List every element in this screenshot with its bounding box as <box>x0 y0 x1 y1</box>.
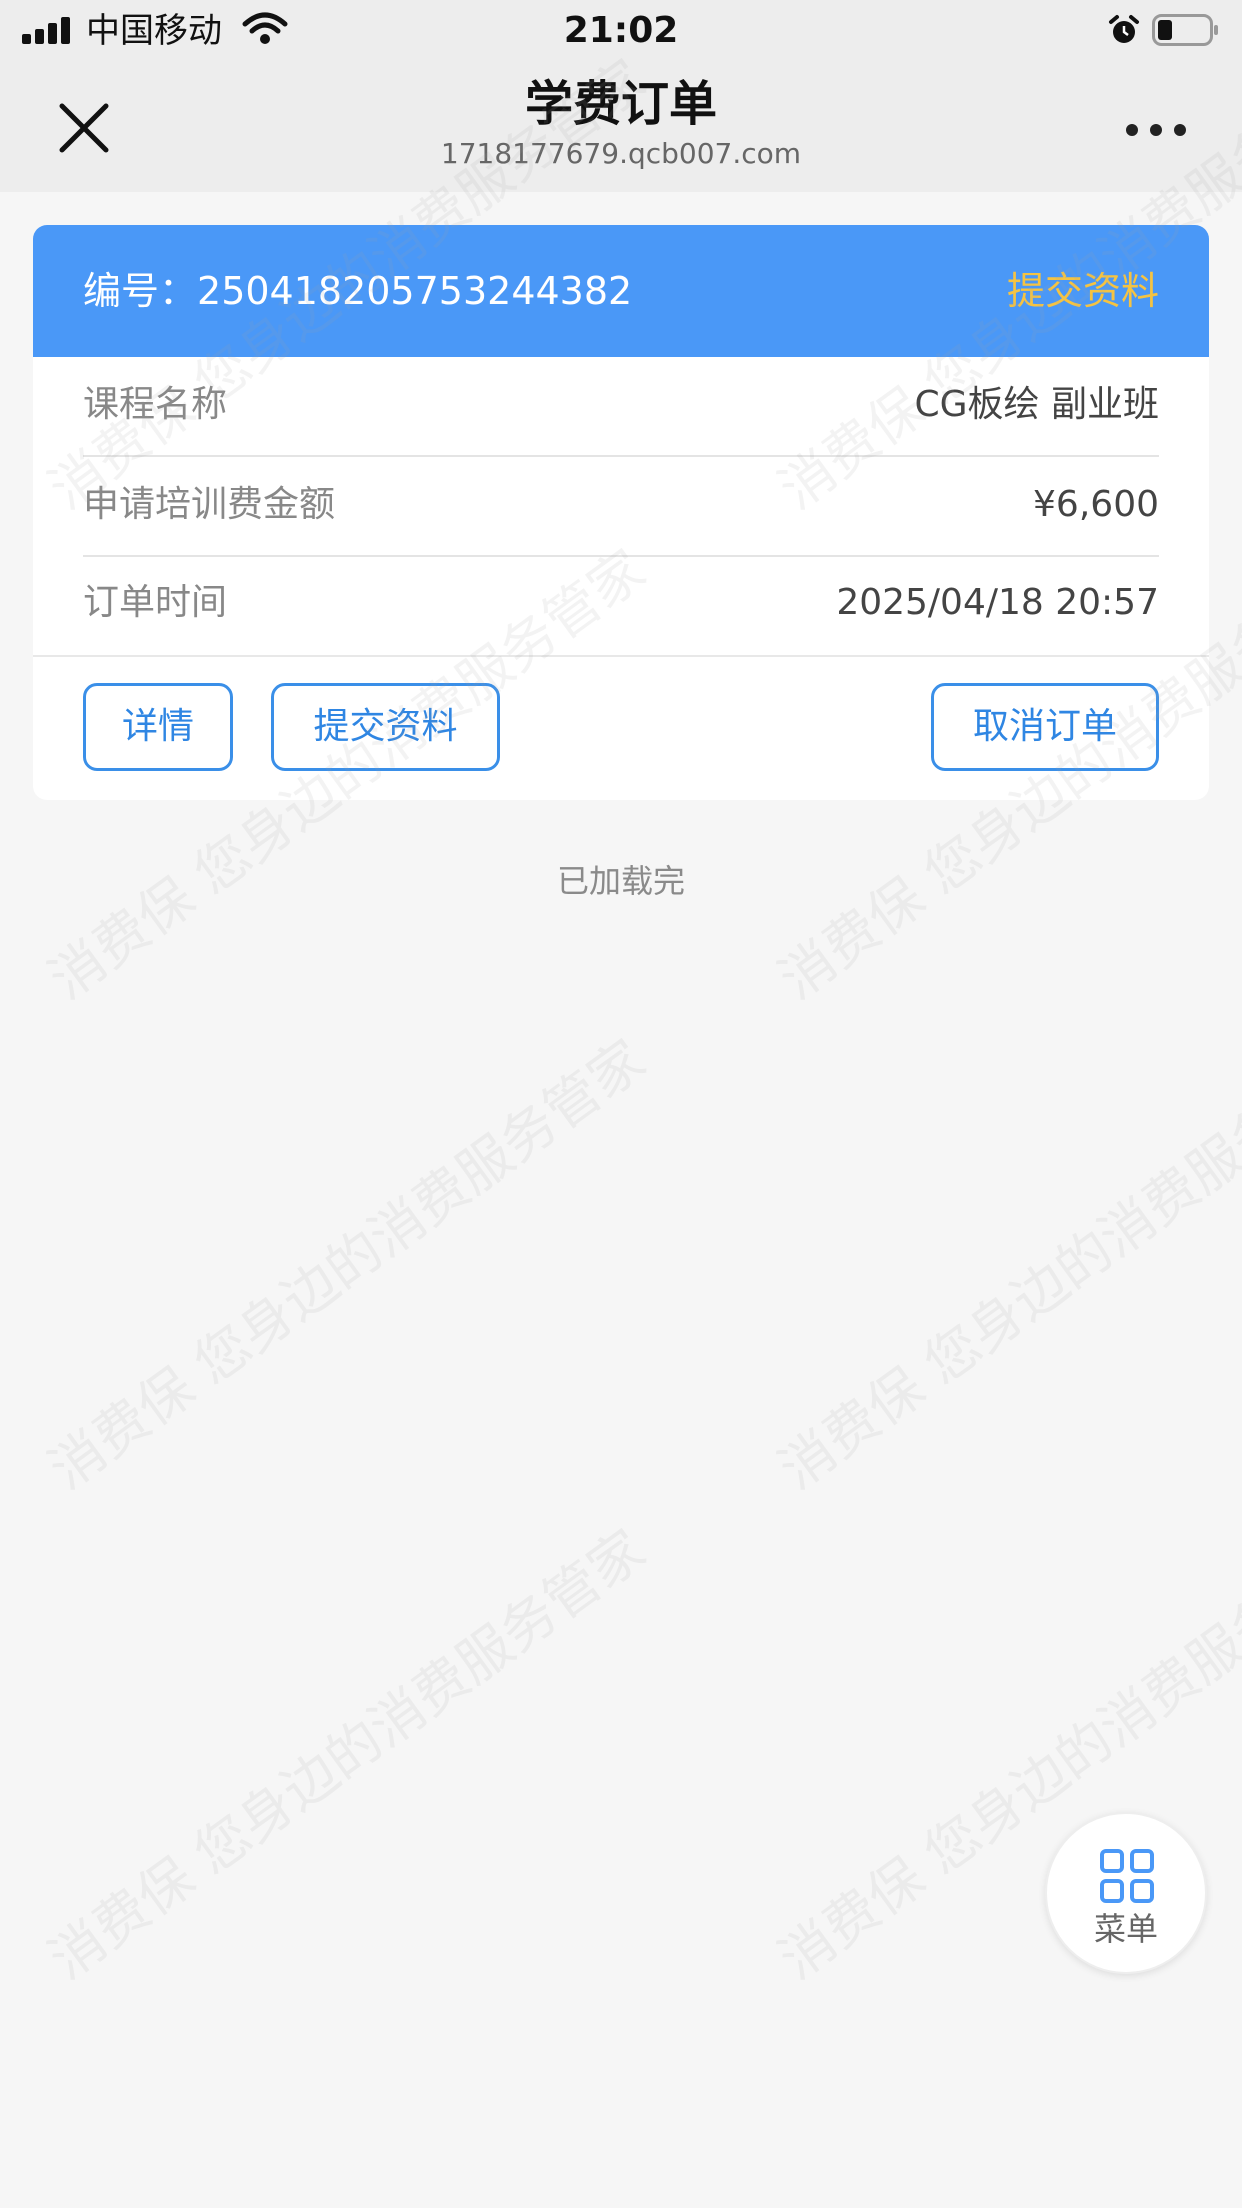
status-bar: 中国移动 21:02 <box>0 0 1242 62</box>
nav-bar: 学费订单 1718177679.qcb007.com <box>0 62 1242 192</box>
watermark-text: 消费保 您身边的消费服务管家 <box>37 1517 657 1992</box>
page-url: 1718177679.qcb007.com <box>440 137 802 170</box>
order-card: 编号：250418205753244382 提交资料 课程名称 CG板绘 副业班… <box>33 225 1209 800</box>
watermark-text: 消费保 您身边的消费服务管家 <box>37 1027 657 1502</box>
order-time-label: 订单时间 <box>83 582 228 623</box>
row-fee-amount: 申请培训费金额 ¥6,600 <box>83 457 1159 557</box>
row-order-time: 订单时间 2025/04/18 20:57 <box>83 555 1159 653</box>
menu-button[interactable]: 菜单 <box>1045 1812 1207 1974</box>
loaded-all-text: 已加载完 <box>556 862 685 900</box>
details-button[interactable]: 详情 <box>83 683 233 771</box>
submit-info-button[interactable]: 提交资料 <box>271 683 500 771</box>
course-name-label: 课程名称 <box>83 384 228 425</box>
menu-label: 菜单 <box>1093 1910 1158 1948</box>
order-status: 提交资料 <box>1006 269 1159 313</box>
order-number-label: 编号： <box>83 269 198 313</box>
watermark-text: 消费保 您身边的消费服务管家 <box>767 1027 1242 1502</box>
fee-amount-label: 申请培训费金额 <box>83 484 336 525</box>
fee-amount-value: ¥6,600 <box>1033 484 1159 525</box>
order-time-value: 2025/04/18 20:57 <box>836 582 1159 623</box>
order-card-header: 编号：250418205753244382 提交资料 <box>33 225 1209 357</box>
order-number-value: 250418205753244382 <box>197 269 633 313</box>
cancel-order-button[interactable]: 取消订单 <box>931 683 1159 771</box>
alarm-clock-icon <box>1109 15 1139 43</box>
divider <box>33 655 1209 657</box>
battery-icon <box>1152 14 1218 46</box>
grid-menu-icon <box>1100 1849 1154 1903</box>
page-title: 学费订单 <box>524 76 717 132</box>
clock-time: 21:02 <box>563 10 679 51</box>
order-number: 编号：250418205753244382 <box>83 265 632 317</box>
course-name-value: CG板绘 副业班 <box>914 384 1159 425</box>
screen: 中国移动 21:02 学费订单 1718177679.qcb007.com 编号… <box>0 0 1242 2208</box>
more-options-icon[interactable] <box>1126 118 1190 138</box>
row-course-name: 课程名称 CG板绘 副业班 <box>83 357 1159 457</box>
